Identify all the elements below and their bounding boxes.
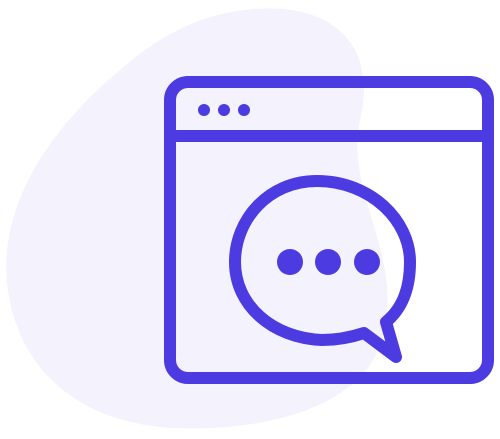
window-control-dot — [218, 104, 230, 116]
typing-dot — [354, 249, 380, 275]
typing-dots — [277, 249, 380, 275]
typing-dot — [277, 249, 303, 275]
browser-window-chat-icon — [6, 8, 494, 429]
browser-chat-illustration — [0, 0, 500, 434]
background-blob — [6, 8, 388, 429]
window-control-dot — [238, 104, 250, 116]
typing-dot — [315, 249, 341, 275]
window-controls — [198, 104, 250, 116]
window-control-dot — [198, 104, 210, 116]
